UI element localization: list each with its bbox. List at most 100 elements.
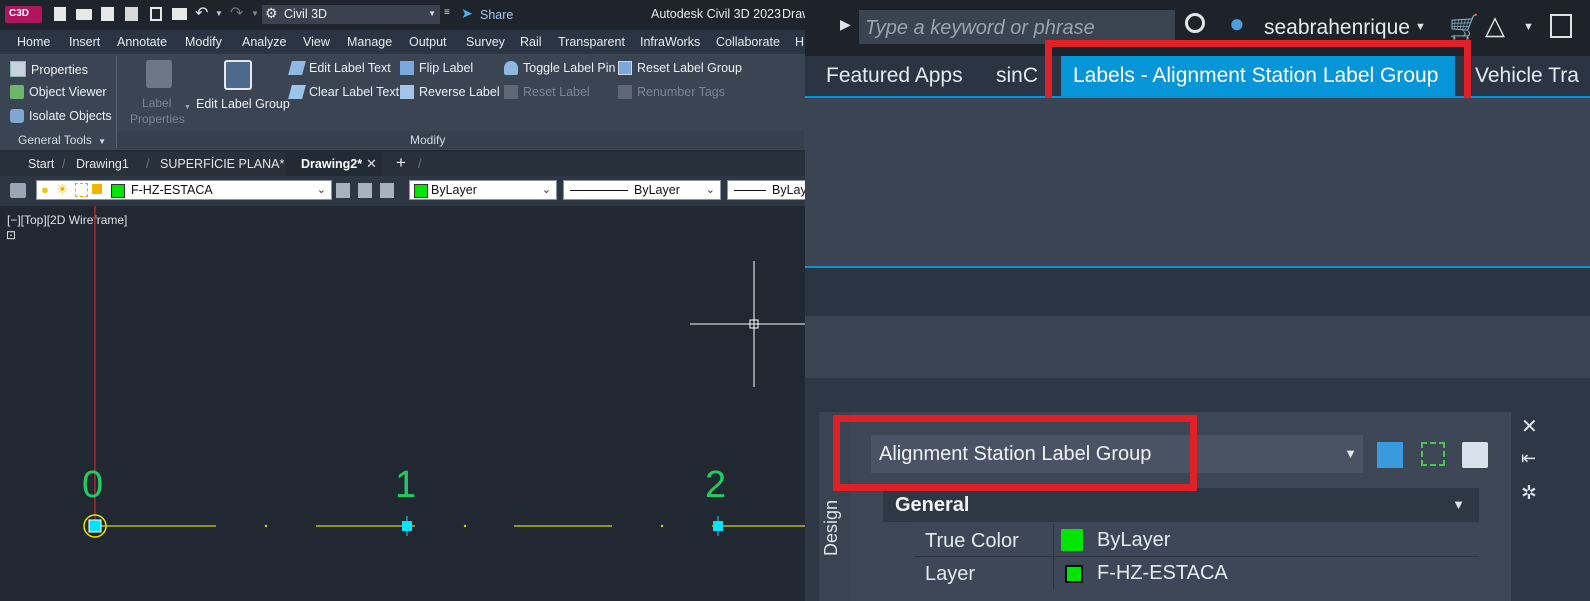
clear-label-text-button[interactable]: Clear Label Text	[288, 85, 399, 99]
tab-rail[interactable]: Rail	[520, 35, 542, 49]
palette-side-label: Design	[821, 499, 841, 556]
tab-more[interactable]: H	[795, 35, 804, 49]
station-label-1[interactable]: 1	[395, 464, 416, 507]
close-icon[interactable]: ✕	[366, 156, 377, 172]
toggle-label-pin-button[interactable]: Toggle Label Pin	[504, 61, 615, 75]
tab-annotate[interactable]: Annotate	[117, 35, 167, 49]
object-viewer-button[interactable]: Object Viewer	[10, 85, 107, 99]
reverse-label-icon	[400, 85, 414, 99]
tab-modify[interactable]: Modify	[185, 35, 222, 49]
undo-icon[interactable]: ↶	[195, 3, 208, 23]
new-icon[interactable]	[54, 7, 66, 21]
undo-dropdown-icon[interactable]: ▼	[215, 9, 223, 18]
save-as-icon[interactable]	[125, 7, 138, 21]
tab-drawing1[interactable]: Drawing1	[76, 157, 129, 171]
new-tab-icon[interactable]: +	[396, 153, 406, 173]
tab-view[interactable]: View	[303, 35, 330, 49]
tab-analyze[interactable]: Analyze	[242, 35, 286, 49]
section-general[interactable]: General ▼	[883, 488, 1479, 522]
app-logo[interactable]: C3D	[5, 6, 42, 23]
edit-label-text-button[interactable]: Edit Label Text	[288, 61, 391, 75]
property-row-layer[interactable]: Layer F-HZ-ESTACA	[915, 557, 1479, 589]
share-button[interactable]: Share	[480, 8, 513, 22]
flip-label-label: Flip Label	[419, 61, 474, 75]
match-layer-icon[interactable]	[358, 183, 372, 198]
toggle-pickadd-icon[interactable]	[1377, 442, 1403, 468]
tab-start[interactable]: Start	[28, 157, 54, 171]
layer-properties-bar: ● ☀ F-HZ-ESTACA ⌄ ByLayer ⌄ ByLayer ⌄ By…	[0, 176, 812, 206]
tab-drawing2-label: Drawing2*	[301, 157, 363, 171]
search-icon[interactable]	[1185, 13, 1205, 33]
tab-vehicle-tracking[interactable]: Vehicle Tra	[1475, 64, 1579, 88]
linetype-value: ByLayer	[634, 183, 680, 197]
property-row-true-color[interactable]: True Color ByLayer	[915, 524, 1479, 557]
palette-settings-icon[interactable]: ✲	[1521, 482, 1537, 505]
general-tools-label: General Tools	[18, 133, 92, 147]
autodesk-a360-icon[interactable]: △	[1485, 10, 1505, 41]
tab-insert[interactable]: Insert	[69, 35, 100, 49]
redo-icon[interactable]: ↷	[230, 3, 243, 23]
tab-infraworks[interactable]: InfraWorks	[640, 35, 700, 49]
tab-survey[interactable]: Survey	[466, 35, 505, 49]
username[interactable]: seabrahenrique	[1264, 16, 1410, 40]
auto-hide-icon[interactable]: ⇤	[1521, 448, 1536, 469]
make-current-icon[interactable]	[336, 183, 350, 198]
reset-label-group-button[interactable]: Reset Label Group	[618, 61, 742, 75]
workspace-dropdown[interactable]: ⚙ Civil 3D ▼	[262, 5, 440, 24]
print-icon[interactable]	[172, 8, 187, 20]
close-icon[interactable]: ✕	[1521, 414, 1538, 439]
tab-featured-apps[interactable]: Featured Apps	[826, 64, 963, 88]
window-control-icon[interactable]	[1550, 14, 1572, 38]
chevron-down-icon[interactable]: ▼	[1415, 21, 1426, 33]
redo-dropdown-icon[interactable]: ▼	[251, 9, 259, 18]
station-grip	[713, 521, 723, 531]
app-badge-text: C3D	[9, 8, 30, 19]
customize-toolbar-icon[interactable]: ≡	[444, 7, 450, 18]
select-objects-icon[interactable]	[1421, 442, 1445, 466]
cart-icon[interactable]: 🛒	[1449, 13, 1479, 42]
tab-separator: /	[418, 157, 422, 171]
station-label-2[interactable]: 2	[705, 464, 726, 507]
open-icon[interactable]	[76, 9, 92, 20]
label-properties-label-1: Label	[142, 96, 172, 110]
search-input[interactable]: Type a keyword or phrase	[859, 10, 1175, 44]
property-name: True Color	[925, 530, 1019, 552]
share-icon[interactable]: ➤	[461, 5, 473, 22]
drawing-canvas[interactable]: [−][Top][2D Wireframe] ⊡ 0 1 2	[0, 206, 812, 601]
layer-dropdown[interactable]: ● ☀ F-HZ-ESTACA ⌄	[36, 180, 332, 200]
general-tools-panel-title[interactable]: General Tools ▼	[18, 133, 106, 147]
properties-button[interactable]: Properties	[10, 61, 88, 77]
linetype-dropdown[interactable]: ByLayer ⌄	[563, 180, 721, 200]
tab-home[interactable]: Home	[17, 35, 50, 49]
renumber-tags-button[interactable]: Renumber Tags	[618, 85, 725, 99]
layer-properties-icon[interactable]	[10, 183, 26, 198]
flip-label-button[interactable]: Flip Label	[400, 61, 473, 75]
reset-label-button[interactable]: Reset Label	[504, 85, 590, 99]
alignment-dot	[264, 524, 268, 528]
modify-label: Modify	[410, 133, 446, 147]
tab-superficie-plana[interactable]: SUPERFÍCIE PLANA*	[160, 157, 284, 171]
tab-transparent[interactable]: Transparent	[558, 35, 625, 49]
color-dropdown[interactable]: ByLayer ⌄	[409, 180, 557, 200]
lineweight-dropdown[interactable]: ByLay	[727, 180, 812, 200]
export-icon[interactable]	[150, 7, 162, 21]
tab-manage[interactable]: Manage	[347, 35, 392, 49]
tab-output[interactable]: Output	[409, 35, 447, 49]
previous-layer-icon[interactable]	[380, 183, 394, 198]
tab-drawing2-active[interactable]: Drawing2* ✕	[286, 152, 382, 176]
app-title: Autodesk Civil 3D 2023	[651, 7, 781, 21]
label-properties-button[interactable]: Label Properties ▼	[128, 58, 191, 126]
user-icon[interactable]: ●	[1229, 8, 1245, 39]
chevron-down-icon[interactable]: ▼	[1523, 21, 1534, 33]
reverse-label-button[interactable]: Reverse Label	[400, 85, 500, 99]
expand-arrow-icon[interactable]: ▶	[840, 16, 851, 33]
save-icon[interactable]	[101, 7, 114, 21]
tab-collaborate[interactable]: Collaborate	[716, 35, 780, 49]
edit-label-group-button[interactable]: Edit Label Group	[194, 58, 290, 114]
quick-select-icon[interactable]	[1462, 442, 1488, 468]
station-label-0[interactable]: 0	[82, 464, 103, 507]
reset-label-group-label: Reset Label Group	[637, 61, 742, 75]
lightbulb-icon: ●	[41, 182, 49, 197]
tab-sinc[interactable]: sinC	[996, 64, 1038, 88]
isolate-objects-button[interactable]: Isolate Objects	[10, 109, 112, 123]
